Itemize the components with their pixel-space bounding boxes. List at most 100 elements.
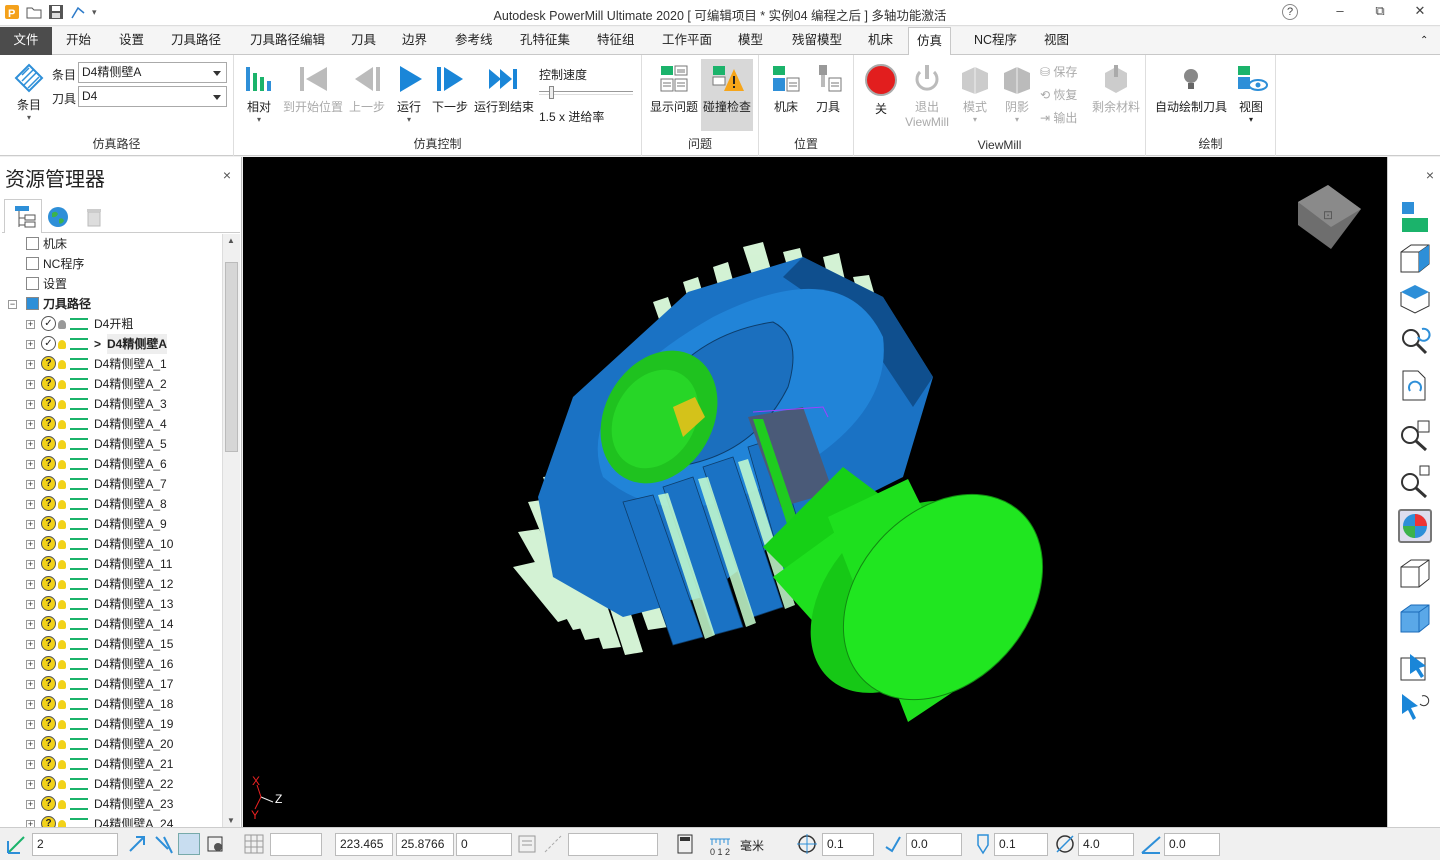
calculator-icon[interactable] <box>674 833 696 855</box>
draw-view-button[interactable]: 视图 ▾ <box>1234 63 1268 124</box>
tab-toolpaths[interactable]: 刀具路径 <box>163 27 229 55</box>
visibility-bulb-icon[interactable] <box>58 780 66 789</box>
angle-field[interactable]: 0.0 <box>1164 833 1220 856</box>
tolerance-field[interactable]: 0.1 <box>822 833 874 856</box>
tool-select[interactable]: D4 <box>78 86 227 107</box>
viewmill-save-button[interactable]: ⛁ 保存 <box>1040 63 1077 80</box>
coord-z-field[interactable]: 0 <box>456 833 512 856</box>
coord-mode-icon[interactable] <box>516 833 538 855</box>
visibility-bulb-icon[interactable] <box>58 360 66 369</box>
expand-icon[interactable]: + <box>26 400 35 409</box>
next-step-button[interactable]: 下一步 <box>431 63 469 115</box>
tab-globe[interactable] <box>46 205 70 229</box>
remaining-material-button[interactable]: 剩余材料 <box>1090 63 1142 115</box>
expand-icon[interactable]: + <box>26 740 35 749</box>
ribbon-collapse-icon[interactable]: ⌃ <box>1412 27 1436 55</box>
expand-icon[interactable]: + <box>26 580 35 589</box>
expand-icon[interactable]: + <box>26 800 35 809</box>
visibility-bulb-icon[interactable] <box>58 600 66 609</box>
tree-item-toolpath[interactable]: + ✓ D4开粗 <box>0 314 222 334</box>
tab-machine[interactable]: 机床 <box>860 27 901 55</box>
expand-icon[interactable]: + <box>26 760 35 769</box>
exit-viewmill-button[interactable]: 退出 ViewMill <box>902 63 952 129</box>
machine-position-button[interactable]: 机床 <box>769 63 803 115</box>
run-button[interactable]: 运行 ▾ <box>394 63 424 124</box>
viewmill-off-button[interactable]: 关 <box>864 63 898 117</box>
restore-button[interactable]: ⧉ <box>1360 0 1400 24</box>
tree-item-toolpath[interactable]: +? D4精侧壁A_6 <box>0 454 222 474</box>
visibility-bulb-icon[interactable] <box>58 340 66 349</box>
diameter-field[interactable]: 4.0 <box>1078 833 1134 856</box>
expand-icon[interactable]: + <box>26 420 35 429</box>
visibility-bulb-icon[interactable] <box>58 460 66 469</box>
tab-hole-features[interactable]: 孔特征集 <box>512 27 578 55</box>
expand-icon[interactable]: + <box>26 600 35 609</box>
visibility-bulb-icon[interactable] <box>58 320 66 329</box>
visibility-bulb-icon[interactable] <box>58 720 66 729</box>
tool-position-button[interactable]: 刀具 <box>811 63 845 115</box>
workplane-view-icon[interactable] <box>1398 200 1432 234</box>
expand-icon[interactable]: + <box>26 660 35 669</box>
tab-stock-model[interactable]: 残留模型 <box>784 27 850 55</box>
visibility-bulb-icon[interactable] <box>58 540 66 549</box>
shaded-toggle-button[interactable] <box>1398 509 1432 543</box>
tab-nc-program[interactable]: NC程序 <box>966 27 1025 55</box>
expand-icon[interactable]: + <box>26 380 35 389</box>
tree-item-toolpaths[interactable]: − 刀具路径 <box>0 294 222 314</box>
expand-icon[interactable]: + <box>26 620 35 629</box>
measure-icon[interactable] <box>542 833 564 855</box>
expand-icon[interactable]: + <box>26 460 35 469</box>
visibility-bulb-icon[interactable] <box>58 800 66 809</box>
expand-icon[interactable]: + <box>26 780 35 789</box>
tool-tip-field[interactable]: 0.1 <box>994 833 1048 856</box>
tree-item-toolpath[interactable]: +? D4精侧壁A_24 <box>0 814 222 827</box>
expand-icon[interactable]: + <box>26 360 35 369</box>
visibility-bulb-icon[interactable] <box>58 520 66 529</box>
zoom-box-icon[interactable] <box>1398 464 1432 498</box>
tab-setup[interactable]: 设置 <box>111 27 152 55</box>
tree-item-toolpath[interactable]: +? D4精侧壁A_4 <box>0 414 222 434</box>
help-button[interactable]: ? <box>1282 4 1298 20</box>
select-undo-icon[interactable] <box>1398 690 1432 724</box>
thickness-field[interactable]: 0.0 <box>906 833 962 856</box>
visibility-bulb-icon[interactable] <box>58 400 66 409</box>
scroll-thumb[interactable] <box>225 262 238 452</box>
close-button[interactable]: ✕ <box>1400 0 1440 24</box>
tree-item-toolpath[interactable]: +? D4精侧壁A_3 <box>0 394 222 414</box>
tab-tree[interactable] <box>4 199 42 233</box>
expand-icon[interactable]: + <box>26 320 35 329</box>
tab-tool[interactable]: 刀具 <box>343 27 384 55</box>
snap-toggle-button[interactable] <box>178 833 200 855</box>
tree-item-nc-program[interactable]: NC程序 <box>0 254 222 274</box>
auto-draw-tool-button[interactable]: 自动绘制刀具 <box>1154 63 1228 115</box>
visibility-bulb-icon[interactable] <box>58 620 66 629</box>
tree-item-toolpath[interactable]: +? D4精侧壁A_15 <box>0 634 222 654</box>
expand-icon[interactable]: + <box>26 680 35 689</box>
scroll-up-icon[interactable]: ▲ <box>227 236 235 245</box>
tab-file[interactable]: 文件 <box>0 27 52 55</box>
top-view-icon[interactable] <box>1398 282 1432 316</box>
transform-icon[interactable] <box>126 833 148 855</box>
prev-step-button[interactable]: 上一步 <box>348 63 386 115</box>
tree-item-toolpath[interactable]: + ✓ > D4精侧壁A <box>0 334 222 354</box>
expand-icon[interactable]: + <box>26 440 35 449</box>
tree-item-toolpath[interactable]: +? D4精侧壁A_13 <box>0 594 222 614</box>
angle-icon[interactable] <box>1140 833 1162 855</box>
measure-field[interactable] <box>568 833 658 856</box>
wireframe-icon[interactable] <box>1398 557 1432 591</box>
tab-pattern[interactable]: 参考线 <box>447 27 501 55</box>
shaded-cube-icon[interactable] <box>1398 602 1432 636</box>
minimize-button[interactable]: – <box>1320 0 1360 24</box>
visibility-bulb-icon[interactable] <box>58 740 66 749</box>
tool-shape-icon[interactable] <box>972 833 994 855</box>
coord-x-field[interactable]: 223.465 <box>335 833 393 856</box>
expand-icon[interactable]: + <box>26 820 35 827</box>
visibility-bulb-icon[interactable] <box>58 660 66 669</box>
expand-icon[interactable]: + <box>26 520 35 529</box>
tree-item-toolpath[interactable]: +? D4精侧壁A_16 <box>0 654 222 674</box>
tab-toolpath-edit[interactable]: 刀具路径编辑 <box>242 27 333 55</box>
expand-icon[interactable]: + <box>26 640 35 649</box>
tree-item-toolpath[interactable]: +? D4精侧壁A_5 <box>0 434 222 454</box>
thickness-icon[interactable] <box>882 833 904 855</box>
run-to-end-button[interactable]: 运行到结束 <box>474 63 534 115</box>
